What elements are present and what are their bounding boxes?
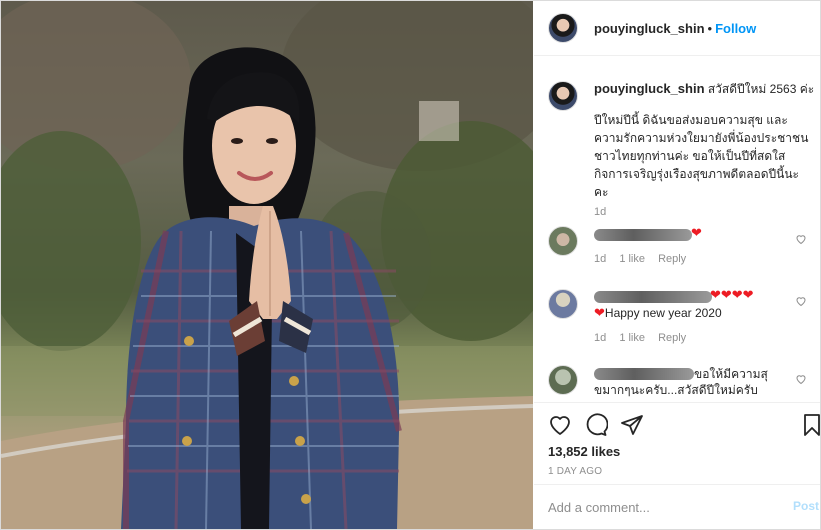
comment-hearts: ❤❤❤❤ (710, 287, 754, 302)
caption-line: ความรักความห่วงใยมายังพี่น้องประชาชน (594, 131, 809, 145)
comment-text: Happy new year 2020 (604, 306, 722, 320)
redacted-username (594, 291, 712, 303)
caption-time: 1d (594, 206, 607, 218)
comment-avatar[interactable] (548, 226, 578, 256)
redacted-username (594, 368, 694, 380)
follow-button[interactable]: Follow (715, 21, 756, 36)
comment-avatar[interactable] (548, 365, 578, 395)
caption-line: กิจการเจริญรุ่งเรืองสุขภาพดีตลอดปีนี้นะ (594, 167, 799, 181)
comment-text: ขมากๆนะครับ...สวัสดีปีใหม่ครับ (594, 383, 758, 397)
caption-line: คะ (594, 185, 609, 199)
comment-avatar[interactable] (548, 289, 578, 319)
comment-input[interactable] (548, 498, 778, 516)
add-comment-bar: Post (534, 484, 820, 529)
comment-icon[interactable] (584, 413, 608, 437)
author-username[interactable]: pouyingluck_shin (594, 21, 705, 36)
comment-reply-button[interactable]: Reply (658, 253, 686, 265)
post-side-panel: pouyingluck_shin • Follow pouyingluck_shin… (534, 1, 820, 529)
caption-username[interactable]: pouyingluck_shin (594, 81, 705, 96)
caption-avatar[interactable] (548, 81, 578, 111)
share-icon[interactable] (620, 413, 644, 437)
caption-header: pouyingluck_shin สวัสดีปีใหม่ 2563 ค่ะ (594, 80, 814, 98)
like-comment-icon[interactable] (795, 373, 807, 385)
caption-line: ชาวไทยทุกท่านค่ะ ขอให้เป็นปีที่สดใส (594, 149, 786, 163)
caption-title: สวัสดีปีใหม่ 2563 ค่ะ (707, 82, 815, 96)
comment-likes[interactable]: 1 like (619, 332, 645, 344)
post-actions: 13,852 likes 1 DAY AGO (534, 402, 820, 483)
post-timestamp: 1 DAY AGO (548, 466, 603, 477)
instagram-post-window: pouyingluck_shin • Follow pouyingluck_shin… (0, 0, 821, 530)
comment-meta: 1d 1 like Reply (594, 253, 696, 265)
bookmark-icon[interactable] (800, 413, 821, 437)
author-line: pouyingluck_shin • Follow (594, 20, 756, 38)
post-comment-button[interactable]: Post (793, 499, 819, 513)
comment-likes[interactable]: 1 like (619, 253, 645, 265)
caption-body: ปีใหม่ปีนี้ ดิฉันขอส่งมอบความสุข และ ควา… (594, 111, 809, 201)
comment-meta: 1d 1 like Reply (594, 332, 696, 344)
separator-dot: • (707, 21, 713, 36)
comment-lead-heart: ❤ (594, 305, 605, 320)
comment-time: 1d (594, 253, 607, 265)
comments-scroll-area[interactable]: pouyingluck_shin สวัสดีปีใหม่ 2563 ค่ะ ป… (534, 56, 820, 402)
comment-time: 1d (594, 332, 607, 344)
author-avatar[interactable] (548, 13, 578, 43)
like-comment-icon[interactable] (795, 295, 807, 307)
comment-reply-button[interactable]: Reply (658, 332, 686, 344)
photo-illustration (1, 1, 533, 529)
post-photo[interactable] (1, 1, 533, 529)
likes-count[interactable]: 13,852 likes (548, 444, 620, 459)
post-header: pouyingluck_shin • Follow (534, 1, 820, 56)
redacted-username (594, 229, 692, 241)
comment-hearts: ❤ (691, 225, 702, 240)
heart-icon[interactable] (548, 413, 572, 437)
like-comment-icon[interactable] (795, 233, 807, 245)
comment-text-line: ❤Happy new year 2020 (594, 305, 722, 321)
caption-line: ปีใหม่ปีนี้ ดิฉันขอส่งมอบความสุข และ (594, 113, 788, 127)
